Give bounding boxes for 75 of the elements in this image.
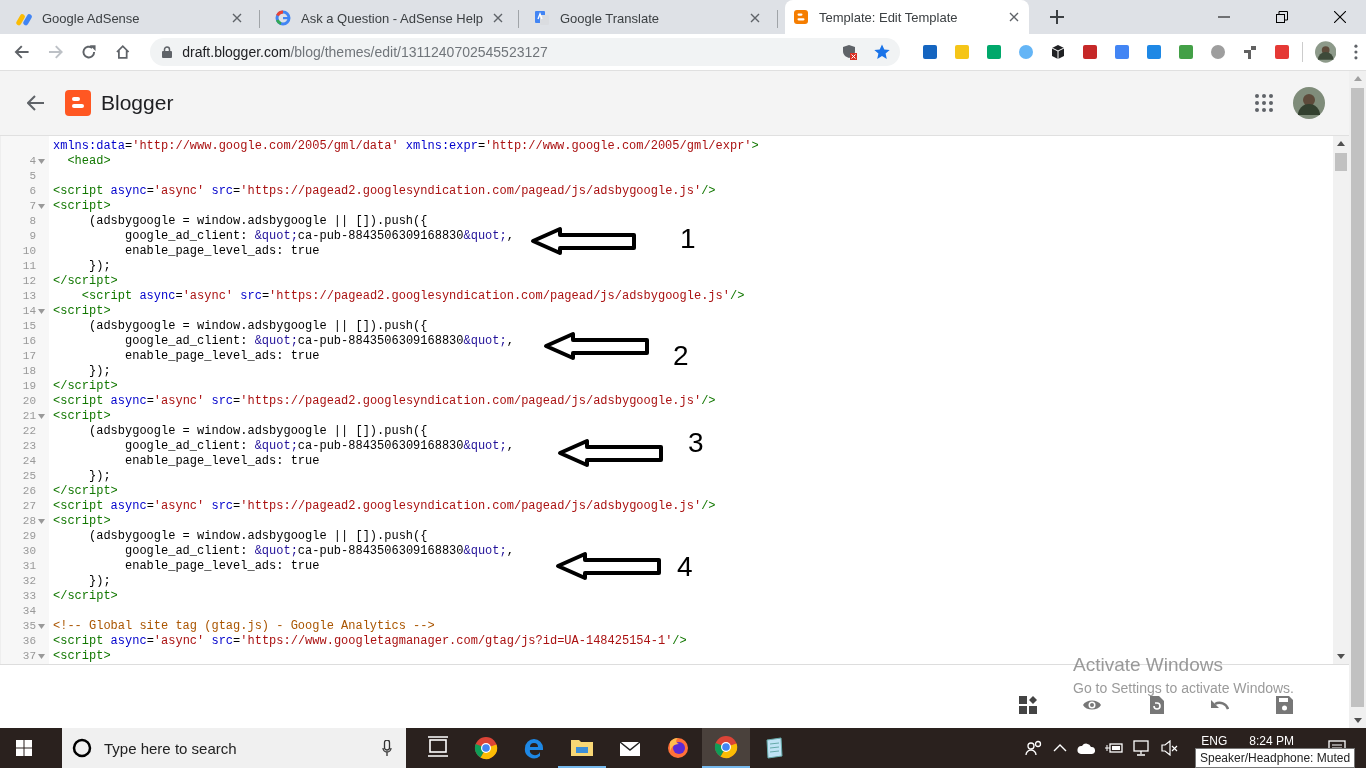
line-number: 6 xyxy=(29,184,36,199)
line-number: 30 xyxy=(22,544,36,559)
line-number: 34 xyxy=(22,604,36,619)
line-number: 18 xyxy=(22,364,36,379)
line-number: 4 xyxy=(29,154,36,169)
annotation-number: 4 xyxy=(677,552,693,582)
line-number: 27 xyxy=(22,499,36,514)
line-number: 22 xyxy=(22,424,36,439)
code-line: google_ad_client: &quot;ca-pub-8843506309168830&quot;, xyxy=(124,439,514,454)
code-line: enable_page_level_ads: true xyxy=(124,559,320,574)
code-line: }); xyxy=(88,364,111,379)
line-number: 7 xyxy=(29,199,36,214)
line-number: 23 xyxy=(22,439,36,454)
line-number: 33 xyxy=(22,589,36,604)
code-line: google_ad_client: &quot;ca-pub-8843506309168830&quot;, xyxy=(124,544,514,559)
code-line: xmlns:data='http://www.google.com/2005/gml/data' xmlns:expr='http://www.google.com/2005/gml/expr'> xyxy=(52,139,759,154)
line-number: 14 xyxy=(22,304,36,319)
code-line: <script> xyxy=(52,649,111,664)
line-number: 17 xyxy=(22,349,36,364)
code-line: enable_page_level_ads: true xyxy=(124,454,320,469)
line-number: 32 xyxy=(22,574,36,589)
line-number: 28 xyxy=(22,514,36,529)
line-number: 20 xyxy=(22,394,36,409)
code-line: </script> xyxy=(52,379,118,394)
line-number: 10 xyxy=(22,244,36,259)
code-line: <script async='async' src='https://www.googletagmanager.com/gtag/js?id=UA-148425154-1'/> xyxy=(52,634,687,649)
code-line: enable_page_level_ads: true xyxy=(124,349,320,364)
code-line: <script async='async' src='https://pagead2.googlesyndication.com/pagead/js/adsbygoogle.js'/> xyxy=(80,289,745,304)
code-line: <!-- Global site tag (gtag.js) - Google Analytics --> xyxy=(52,619,435,634)
annotation-number: 3 xyxy=(688,428,704,458)
code-line: (adsbygoogle = window.adsbygoogle || []).push({ xyxy=(88,319,428,334)
line-number: 25 xyxy=(22,469,36,484)
line-number: 9 xyxy=(29,229,36,244)
tooltip: Speaker/Headphone: Muted xyxy=(1195,748,1356,768)
code-line: }); xyxy=(88,574,111,589)
code-line: <script async='async' src='https://pagead2.googlesyndication.com/pagead/js/adsbygoogle.js'/> xyxy=(52,394,716,409)
code-line: </script> xyxy=(52,274,118,289)
code-line: <script> xyxy=(52,514,111,529)
line-number: 26 xyxy=(22,484,36,499)
code-line: (adsbygoogle = window.adsbygoogle || []).push({ xyxy=(88,214,428,229)
code-line: </script> xyxy=(52,589,118,604)
code-line: <script async='async' src='https://pagead2.googlesyndication.com/pagead/js/adsbygoogle.js'/> xyxy=(52,184,716,199)
line-number: 37 xyxy=(22,649,36,664)
line-number: 13 xyxy=(22,289,36,304)
code-line: <script> xyxy=(52,199,111,214)
code-line: }); xyxy=(88,259,111,274)
annotation-number: 2 xyxy=(673,341,689,371)
activation-title: Activate Windows xyxy=(1073,653,1224,677)
code-line: <script> xyxy=(52,304,111,319)
annotation-number: 1 xyxy=(680,224,696,254)
line-number: 12 xyxy=(22,274,36,289)
line-number: 16 xyxy=(22,334,36,349)
line-number: 8 xyxy=(29,214,36,229)
line-number: 15 xyxy=(22,319,36,334)
code-line: enable_page_level_ads: true xyxy=(124,244,320,259)
code-line: (adsbygoogle = window.adsbygoogle || []).push({ xyxy=(88,529,428,544)
line-number: 11 xyxy=(22,259,36,274)
code-line: google_ad_client: &quot;ca-pub-8843506309168830&quot;, xyxy=(124,334,514,349)
app-title: Blogger xyxy=(101,91,174,115)
code-line: <script> xyxy=(52,409,111,424)
line-number: 24 xyxy=(22,454,36,469)
activation-text: Go to Settings to activate Windows. xyxy=(1073,679,1294,698)
line-number: 19 xyxy=(22,379,36,394)
code-line: <head> xyxy=(66,154,111,169)
code-line: (adsbygoogle = window.adsbygoogle || []).push({ xyxy=(88,424,428,439)
line-number: 36 xyxy=(22,634,36,649)
line-number: 31 xyxy=(22,559,36,574)
code-line: </script> xyxy=(52,484,118,499)
line-number: 21 xyxy=(22,409,36,424)
line-number: 5 xyxy=(29,169,36,184)
line-number: 29 xyxy=(22,529,36,544)
code-line: google_ad_client: &quot;ca-pub-8843506309168830&quot;, xyxy=(124,229,514,244)
line-number: 35 xyxy=(22,619,36,634)
code-line: }); xyxy=(88,469,111,484)
code-line: <script async='async' src='https://pagead2.googlesyndication.com/pagead/js/adsbygoogle.js'/> xyxy=(52,499,716,514)
